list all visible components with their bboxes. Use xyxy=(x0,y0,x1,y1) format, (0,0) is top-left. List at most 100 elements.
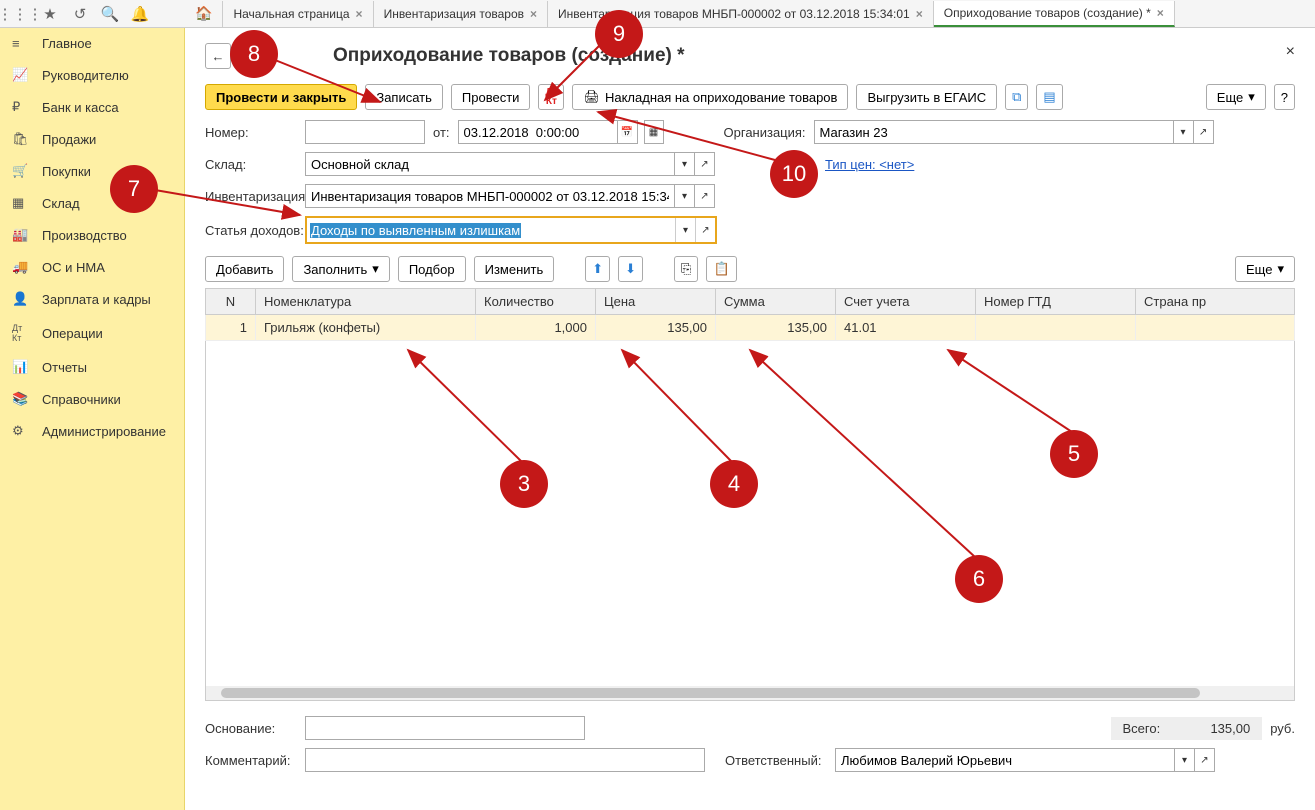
cell-sum: 135,00 xyxy=(716,315,836,341)
warehouse-input[interactable] xyxy=(305,152,675,176)
org-open-icon[interactable]: ↗ xyxy=(1194,120,1214,144)
sidebar-item-admin[interactable]: ⚙Администрирование xyxy=(0,415,184,447)
tabs-bar: 🏠 Начальная страница × Инвентаризация то… xyxy=(185,0,1315,28)
sidebar-item-label: Отчеты xyxy=(42,360,87,375)
col-nomenclature[interactable]: Номенклатура xyxy=(256,289,476,315)
grid-icon: ▦ xyxy=(12,195,32,211)
inventory-open-icon[interactable]: ↗ xyxy=(695,184,715,208)
sidebar-item-operations[interactable]: ДтКтОперации xyxy=(0,315,184,351)
tab-label: Инвентаризация товаров xyxy=(384,7,524,21)
print-receipt-button[interactable]: 🖨 Накладная на оприходование товаров xyxy=(572,84,848,110)
post-button[interactable]: Провести xyxy=(451,84,531,110)
calendar-icon[interactable]: 📅 xyxy=(618,120,638,144)
dtkt-button[interactable]: ДтКт xyxy=(538,84,564,110)
col-quantity[interactable]: Количество xyxy=(476,289,596,315)
basis-input[interactable] xyxy=(305,716,585,740)
warehouse-label: Склад: xyxy=(205,157,305,172)
move-down-button[interactable]: ⬇ xyxy=(618,256,643,282)
income-dropdown-icon[interactable]: ▾ xyxy=(675,218,695,242)
responsible-input[interactable] xyxy=(835,748,1175,772)
more-button[interactable]: Еще ▾ xyxy=(1206,84,1266,110)
org-dropdown-icon[interactable]: ▾ xyxy=(1174,120,1194,144)
egais-button[interactable]: Выгрузить в ЕГАИС xyxy=(856,84,997,110)
income-input-value[interactable]: Доходы по выявленным излишкам xyxy=(310,223,521,238)
sidebar-item-main[interactable]: ≡Главное xyxy=(0,28,184,59)
warehouse-open-icon[interactable]: ↗ xyxy=(695,152,715,176)
cell-country xyxy=(1136,315,1295,341)
sidebar-item-assets[interactable]: 🚚ОС и НМА xyxy=(0,251,184,283)
col-country[interactable]: Страна пр xyxy=(1136,289,1295,315)
close-button[interactable]: × xyxy=(1286,43,1295,61)
price-type-link[interactable]: Тип цен: <нет> xyxy=(825,157,914,172)
tab-close-icon[interactable]: × xyxy=(916,7,923,21)
cell-n: 1 xyxy=(206,315,256,341)
print-receipt-label: Накладная на оприходование товаров xyxy=(605,90,837,105)
annotation-10: 10 xyxy=(770,150,818,198)
col-sum[interactable]: Сумма xyxy=(716,289,836,315)
pick-button[interactable]: Подбор xyxy=(398,256,466,282)
org-label: Организация: xyxy=(724,125,814,140)
sidebar-item-manager[interactable]: 📈Руководителю xyxy=(0,59,184,91)
star-icon[interactable]: ★ xyxy=(35,1,65,27)
history-icon[interactable]: ↺ xyxy=(65,1,95,27)
tab-home[interactable]: 🏠 xyxy=(185,1,223,27)
responsible-dropdown-icon[interactable]: ▾ xyxy=(1175,748,1195,772)
date-input[interactable] xyxy=(458,120,618,144)
structure-button[interactable]: ⧉ xyxy=(1005,84,1028,110)
responsible-open-icon[interactable]: ↗ xyxy=(1195,748,1215,772)
copy-button[interactable]: ⎘ xyxy=(674,256,698,282)
sidebar-item-sales[interactable]: 🛍Продажи xyxy=(0,123,184,155)
tab-receipt-create[interactable]: Оприходование товаров (создание) * × xyxy=(934,1,1175,27)
bars-icon: 📊 xyxy=(12,359,32,375)
more-label: Еще xyxy=(1217,90,1243,105)
sidebar-item-label: Операции xyxy=(42,326,103,341)
add-button[interactable]: Добавить xyxy=(205,256,284,282)
tab-close-icon[interactable]: × xyxy=(1157,6,1164,20)
inventory-dropdown-icon[interactable]: ▾ xyxy=(675,184,695,208)
bell-icon[interactable]: 🔔 xyxy=(125,1,155,27)
apps-icon[interactable]: ⋮⋮⋮ xyxy=(5,1,35,27)
search-icon[interactable]: 🔍 xyxy=(95,1,125,27)
table-row[interactable]: 1 Грильяж (конфеты) 1,000 135,00 135,00 … xyxy=(206,315,1295,341)
cell-account: 41.01 xyxy=(836,315,976,341)
inventory-label: Инвентаризация: xyxy=(205,189,305,204)
back-button[interactable]: ← xyxy=(205,43,231,69)
tab-close-icon[interactable]: × xyxy=(356,7,363,21)
tab-label: Начальная страница xyxy=(233,7,349,21)
truck-icon: 🚚 xyxy=(12,259,32,275)
edit-button[interactable]: Изменить xyxy=(474,256,555,282)
col-gtd[interactable]: Номер ГТД xyxy=(976,289,1136,315)
tab-inventory[interactable]: Инвентаризация товаров × xyxy=(374,1,548,27)
col-n[interactable]: N xyxy=(206,289,256,315)
comment-input[interactable] xyxy=(305,748,705,772)
tab-close-icon[interactable]: × xyxy=(530,7,537,21)
sidebar-item-salary[interactable]: 👤Зарплата и кадры xyxy=(0,283,184,315)
paste-button[interactable]: 📋 xyxy=(706,256,736,282)
sidebar-item-refs[interactable]: 📚Справочники xyxy=(0,383,184,415)
list-button[interactable]: ▤ xyxy=(1036,84,1062,110)
horizontal-scrollbar[interactable] xyxy=(206,686,1294,700)
tab-start-page[interactable]: Начальная страница × xyxy=(223,1,373,27)
col-price[interactable]: Цена xyxy=(596,289,716,315)
tab-label: Оприходование товаров (создание) * xyxy=(944,6,1151,20)
cart-icon: 🛒 xyxy=(12,163,32,179)
move-up-button[interactable]: ⬆ xyxy=(585,256,610,282)
sidebar-item-production[interactable]: 🏭Производство xyxy=(0,219,184,251)
sidebar-item-reports[interactable]: 📊 Отчеты xyxy=(0,351,184,383)
col-account[interactable]: Счет учета xyxy=(836,289,976,315)
write-button[interactable]: Записать xyxy=(365,84,443,110)
warehouse-dropdown-icon[interactable]: ▾ xyxy=(675,152,695,176)
post-and-close-button[interactable]: Провести и закрыть xyxy=(205,84,357,110)
sidebar-item-label: Продажи xyxy=(42,132,96,147)
org-input[interactable] xyxy=(814,120,1174,144)
inventory-input[interactable] xyxy=(305,184,675,208)
more-table-button[interactable]: Еще ▾ xyxy=(1235,256,1295,282)
annotation-7: 7 xyxy=(110,165,158,213)
number-input[interactable] xyxy=(305,120,425,144)
income-open-icon[interactable]: ↗ xyxy=(695,218,715,242)
printer-icon: 🖨 xyxy=(583,89,600,105)
fill-button[interactable]: Заполнить ▾ xyxy=(292,256,389,282)
help-button[interactable]: ? xyxy=(1274,84,1295,110)
date-extra-button[interactable]: ▦ xyxy=(644,120,664,144)
sidebar-item-bank[interactable]: ₽Банк и касса xyxy=(0,91,184,123)
